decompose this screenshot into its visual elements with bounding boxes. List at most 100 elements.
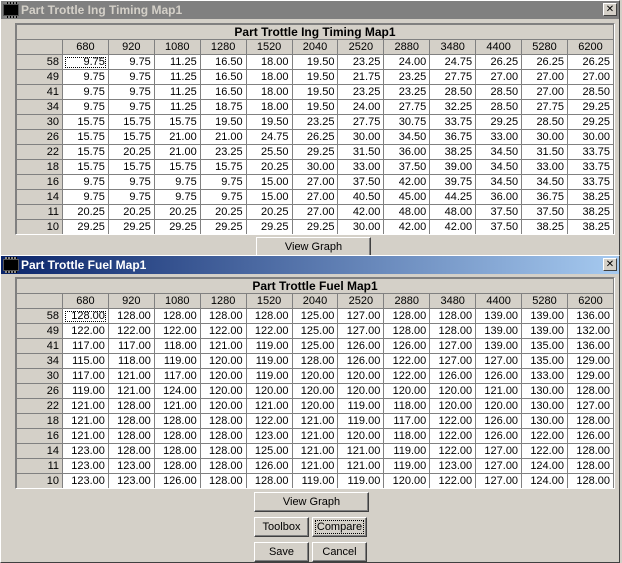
table-cell[interactable]: 129.00 (566, 353, 614, 369)
table-cell[interactable]: 123.00 (245, 428, 293, 444)
table-cell[interactable]: 118.00 (383, 398, 431, 414)
table-cell[interactable]: 21.00 (199, 129, 247, 145)
table-cell[interactable]: 21.00 (153, 129, 201, 145)
table-cell[interactable]: 132.00 (566, 323, 614, 339)
table-cell[interactable]: 15.75 (62, 129, 109, 145)
table-cell[interactable]: 23.25 (337, 84, 385, 100)
table-cell[interactable]: 18.00 (245, 84, 293, 100)
cancel-button[interactable]: Cancel (312, 542, 367, 562)
table-cell[interactable]: 28.50 (521, 114, 568, 130)
table-cell[interactable]: 15.00 (245, 174, 293, 190)
table-cell[interactable]: 26.25 (521, 54, 568, 70)
table-cell[interactable]: 30.00 (337, 129, 385, 145)
table-cell[interactable]: 18.00 (245, 99, 293, 115)
table-cell[interactable]: 38.25 (521, 219, 568, 234)
table-cell[interactable]: 15.75 (107, 114, 155, 130)
table-cell[interactable]: 118.00 (107, 353, 155, 369)
table-cell[interactable]: 20.25 (245, 204, 293, 220)
compare-button[interactable]: Compare (312, 517, 367, 537)
table-cell[interactable]: 33.00 (521, 159, 568, 175)
table-cell[interactable]: 126.00 (245, 458, 293, 474)
table-cell[interactable]: 31.50 (521, 144, 568, 160)
table-cell[interactable]: 9.75 (107, 54, 155, 70)
table-cell[interactable]: 28.50 (475, 99, 523, 115)
table-cell[interactable]: 127.00 (475, 473, 523, 488)
table-cell[interactable]: 15.75 (62, 144, 109, 160)
table-cell[interactable]: 24.00 (337, 99, 385, 115)
table-cell[interactable]: 20.25 (199, 204, 247, 220)
table-cell[interactable]: 18.75 (199, 99, 247, 115)
table-cell[interactable]: 15.75 (199, 159, 247, 175)
table-cell[interactable]: 128.00 (199, 428, 247, 444)
table-cell[interactable]: 27.00 (521, 84, 568, 100)
table-cell[interactable]: 9.75 (107, 99, 155, 115)
table-cell[interactable]: 128.00 (199, 458, 247, 474)
table-cell[interactable]: 122.00 (383, 353, 431, 369)
table-cell[interactable]: 30.00 (291, 159, 339, 175)
table-cell[interactable]: 33.75 (429, 114, 477, 130)
table-cell[interactable]: 28.50 (566, 84, 614, 100)
table-cell[interactable]: 135.00 (521, 353, 568, 369)
table-cell[interactable]: 23.25 (383, 69, 431, 85)
table-cell[interactable]: 122.00 (153, 323, 201, 339)
table-cell[interactable]: 122.00 (521, 428, 568, 444)
table-cell[interactable]: 27.75 (429, 69, 477, 85)
table-cell[interactable]: 32.25 (429, 99, 477, 115)
table-cell[interactable]: 9.75 (62, 84, 109, 100)
table-cell[interactable]: 30.00 (566, 129, 614, 145)
table-cell[interactable]: 33.75 (566, 159, 614, 175)
table-cell[interactable]: 15.75 (153, 114, 201, 130)
table-cell[interactable]: 9.75 (107, 174, 155, 190)
table-cell[interactable]: 20.25 (245, 159, 293, 175)
table-cell[interactable]: 120.00 (337, 383, 385, 399)
table-cell[interactable]: 19.50 (291, 84, 339, 100)
table-cell[interactable]: 130.00 (521, 413, 568, 429)
table-cell[interactable]: 119.00 (337, 398, 385, 414)
close-icon[interactable]: ✕ (603, 258, 617, 271)
table-cell[interactable]: 120.00 (199, 398, 247, 414)
table-cell[interactable]: 120.00 (337, 368, 385, 384)
table-cell[interactable]: 121.00 (199, 338, 247, 354)
table-cell[interactable]: 125.00 (245, 443, 293, 459)
table-cell[interactable]: 120.00 (199, 353, 247, 369)
table-cell[interactable]: 122.00 (245, 413, 293, 429)
table-cell[interactable]: 128.00 (429, 308, 477, 324)
table-cell[interactable]: 139.00 (475, 338, 523, 354)
table-cell[interactable]: 126.00 (475, 368, 523, 384)
table-cell[interactable]: 34.50 (521, 174, 568, 190)
table-cell[interactable]: 20.25 (62, 204, 109, 220)
table-cell[interactable]: 9.75 (199, 174, 247, 190)
table-cell[interactable]: 128.00 (566, 413, 614, 429)
table-cell[interactable]: 117.00 (153, 368, 201, 384)
table-cell[interactable]: 127.00 (429, 338, 477, 354)
table-cell[interactable]: 127.00 (337, 308, 385, 324)
table-cell[interactable]: 36.00 (383, 144, 431, 160)
table-cell[interactable]: 122.00 (107, 323, 155, 339)
table-cell[interactable]: 19.50 (199, 114, 247, 130)
table-cell[interactable]: 122.00 (429, 413, 477, 429)
table-cell[interactable]: 120.00 (429, 398, 477, 414)
table-cell[interactable]: 128.00 (566, 458, 614, 474)
table-cell[interactable]: 15.00 (245, 189, 293, 205)
table-cell[interactable]: 30.00 (521, 129, 568, 145)
table-cell[interactable]: 126.00 (475, 413, 523, 429)
table-cell[interactable]: 117.00 (62, 338, 109, 354)
table-cell[interactable]: 33.00 (337, 159, 385, 175)
table-cell[interactable]: 127.00 (475, 458, 523, 474)
table-cell[interactable]: 11.25 (153, 99, 201, 115)
table-cell[interactable]: 120.00 (199, 383, 247, 399)
table-cell[interactable]: 9.75 (62, 189, 109, 205)
table-cell[interactable]: 139.00 (521, 323, 568, 339)
table-cell[interactable]: 121.00 (153, 398, 201, 414)
table-cell[interactable]: 128.00 (107, 443, 155, 459)
table-cell[interactable]: 117.00 (62, 368, 109, 384)
table-cell[interactable]: 26.25 (475, 54, 523, 70)
table-cell[interactable]: 128.00 (566, 443, 614, 459)
table-cell[interactable]: 31.50 (337, 144, 385, 160)
table-cell[interactable]: 30.00 (337, 219, 385, 234)
table-cell[interactable]: 125.00 (291, 338, 339, 354)
table-cell[interactable]: 15.75 (107, 129, 155, 145)
table-cell[interactable]: 133.00 (521, 368, 568, 384)
table-cell[interactable]: 127.00 (429, 353, 477, 369)
table-cell[interactable]: 16.50 (199, 54, 247, 70)
